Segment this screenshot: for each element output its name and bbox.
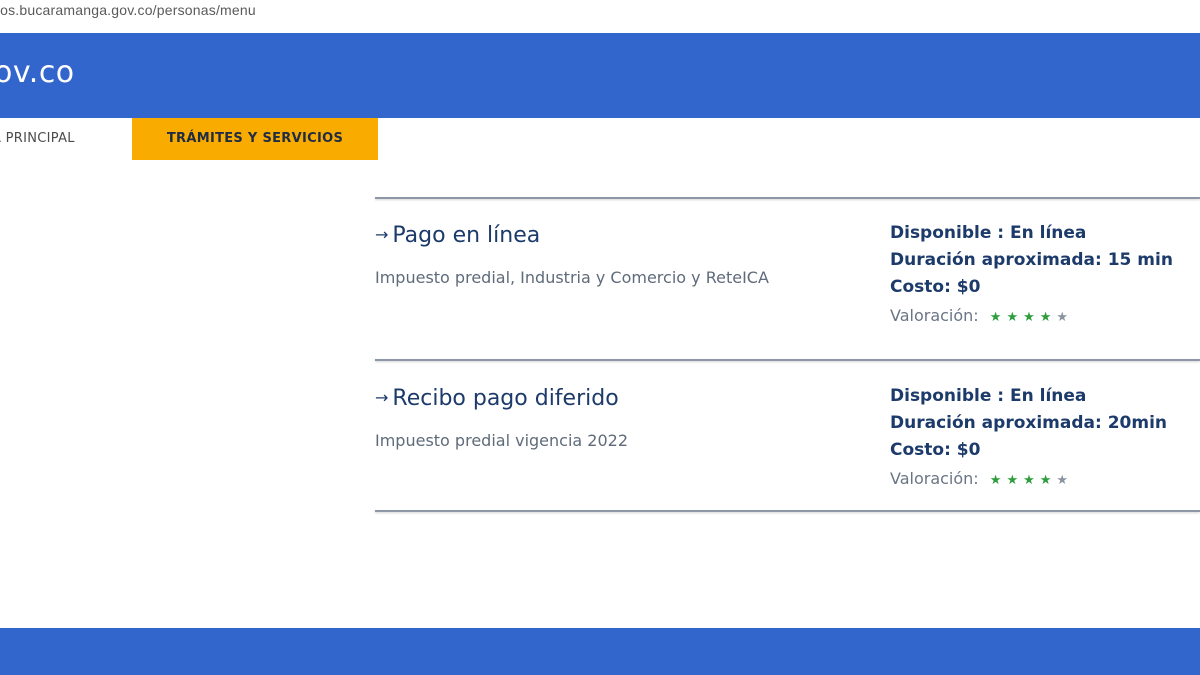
arrow-right-icon: → bbox=[375, 225, 389, 244]
star-icon: ★ bbox=[1006, 473, 1024, 488]
divider bbox=[375, 510, 1200, 512]
service-title-text: Recibo pago diferido bbox=[392, 386, 619, 411]
star-icon: ★ bbox=[1056, 310, 1074, 325]
cost-text: Costo: $0 bbox=[890, 277, 981, 297]
divider bbox=[375, 359, 1200, 361]
service-title-text: Pago en línea bbox=[392, 223, 541, 248]
availability-text: Disponible : En línea bbox=[890, 386, 1087, 406]
duration-text: Duración aproximada: 15 min bbox=[890, 250, 1173, 270]
rating-label: Valoración: bbox=[890, 469, 979, 488]
rating-label: Valoración: bbox=[890, 306, 979, 325]
rating: Valoración: ★★★★★ bbox=[890, 306, 1200, 325]
service-description: Impuesto predial vigencia 2022 bbox=[375, 431, 628, 450]
tab-tramites-y-servicios[interactable]: TRÁMITES Y SERVICIOS bbox=[132, 118, 378, 160]
url-text[interactable]: tos.bucaramanga.gov.co/personas/menu bbox=[0, 2, 256, 18]
service-description: Impuesto predial, Industria y Comercio y… bbox=[375, 268, 769, 287]
star-icon: ★ bbox=[1056, 473, 1074, 488]
main-nav-tabs: A PRINCIPAL TRÁMITES Y SERVICIOS bbox=[0, 118, 1200, 161]
site-brand[interactable]: ov.co bbox=[0, 55, 75, 90]
star-icon: ★ bbox=[989, 473, 1007, 488]
cost-text: Costo: $0 bbox=[890, 440, 981, 460]
star-icon: ★ bbox=[1039, 473, 1057, 488]
browser-address-bar[interactable]: tos.bucaramanga.gov.co/personas/menu bbox=[0, 0, 1200, 34]
rating-stars: ★★★★★ bbox=[990, 473, 1073, 488]
service-title-link[interactable]: → Recibo pago diferido bbox=[375, 386, 619, 411]
rating-stars: ★★★★★ bbox=[990, 310, 1073, 325]
divider bbox=[375, 197, 1200, 199]
star-icon: ★ bbox=[989, 310, 1007, 325]
arrow-right-icon: → bbox=[375, 388, 389, 407]
duration-text: Duración aproximada: 20min bbox=[890, 413, 1168, 433]
rating: Valoración: ★★★★★ bbox=[890, 469, 1200, 488]
star-icon: ★ bbox=[1023, 473, 1040, 488]
service-meta: Disponible : En línea Duración aproximad… bbox=[890, 383, 1200, 488]
site-header: ov.co bbox=[0, 33, 1200, 118]
service-meta: Disponible : En línea Duración aproximad… bbox=[890, 220, 1200, 325]
star-icon: ★ bbox=[1023, 310, 1040, 325]
star-icon: ★ bbox=[1006, 310, 1024, 325]
availability-text: Disponible : En línea bbox=[890, 223, 1087, 243]
star-icon: ★ bbox=[1039, 310, 1057, 325]
page: tos.bucaramanga.gov.co/personas/menu ov.… bbox=[0, 0, 1200, 675]
site-footer bbox=[0, 628, 1200, 675]
service-title-link[interactable]: → Pago en línea bbox=[375, 223, 540, 248]
tab-pagina-principal[interactable]: A PRINCIPAL bbox=[0, 118, 112, 160]
